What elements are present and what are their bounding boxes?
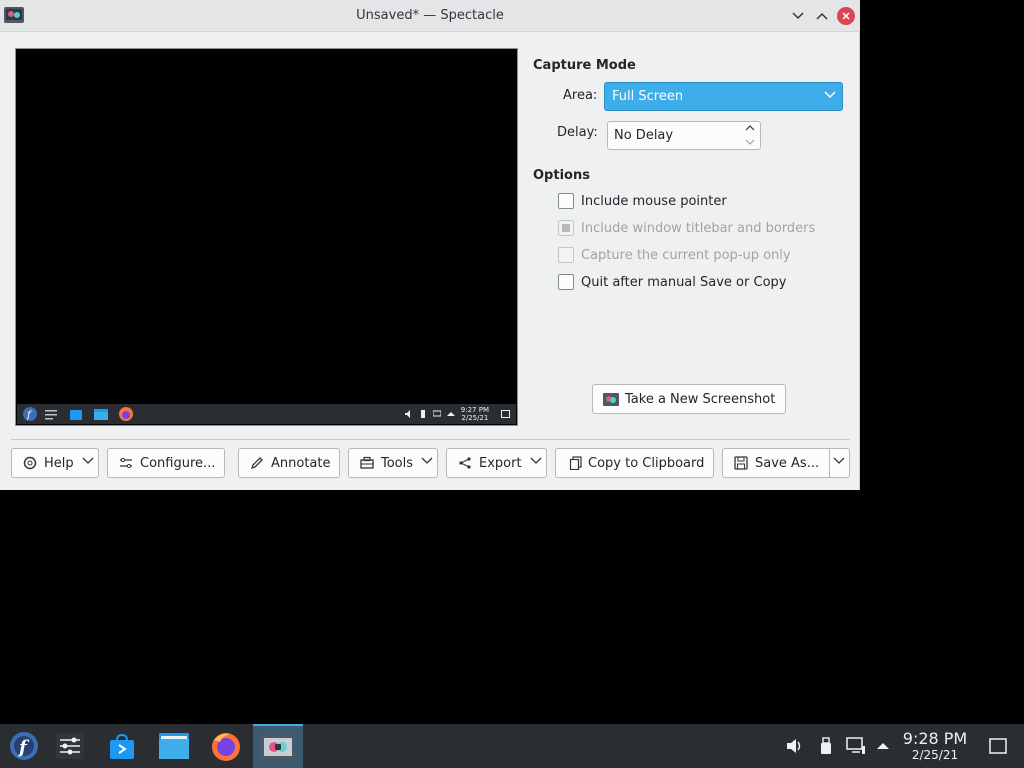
export-button[interactable]: Export (446, 448, 547, 478)
tools-button[interactable]: Tools (348, 448, 438, 478)
chevron-up-icon (816, 12, 828, 20)
spin-arrows-icon[interactable] (742, 123, 758, 148)
discover-store-icon (110, 733, 134, 759)
fedora-launcher-icon: f (10, 732, 38, 760)
share-icon (457, 455, 473, 471)
chevron-down-icon (824, 91, 836, 99)
chevron-down-icon[interactable] (833, 457, 845, 465)
help-button[interactable]: Help (11, 448, 99, 478)
spectacle-icon (262, 735, 294, 759)
discover-store-icon (68, 406, 84, 422)
task-dolphin[interactable] (150, 724, 198, 768)
settings-icon (43, 406, 59, 422)
preview-clock-date: 2/25/21 (461, 414, 489, 422)
spectacle-icon (603, 391, 619, 407)
firefox-icon (118, 406, 134, 422)
expand-tray-icon[interactable] (873, 736, 893, 756)
spectacle-window: Unsaved* — Spectacle f 9:27 PM 2/25/21 C… (0, 0, 860, 490)
dolphin-files-icon (93, 406, 109, 422)
network-icon[interactable] (846, 736, 866, 756)
task-system-settings[interactable] (46, 724, 94, 768)
usb-icon (419, 407, 427, 422)
area-value: Full Screen (612, 89, 684, 104)
dolphin-files-icon (159, 733, 189, 759)
preview-taskbar: f 9:27 PM 2/25/21 (17, 404, 516, 424)
checkbox-box[interactable] (558, 220, 574, 236)
configure-button[interactable]: Configure... (107, 448, 225, 478)
checkbox-box[interactable] (558, 247, 574, 263)
capture-mode-heading: Capture Mode (533, 58, 636, 73)
screenshot-preview[interactable]: f 9:27 PM 2/25/21 (15, 48, 518, 426)
volume-icon[interactable] (785, 736, 805, 756)
firefox-icon (212, 733, 240, 761)
task-spectacle[interactable] (253, 724, 303, 768)
quit-after-save-checkbox[interactable]: Quit after manual Save or Copy (558, 273, 786, 291)
preview-clock: 9:27 PM 2/25/21 (461, 406, 489, 422)
minimize-button[interactable] (788, 6, 808, 26)
save-as-button[interactable]: Save As... (722, 448, 850, 478)
chevron-down-icon (82, 457, 94, 464)
settings-icon (56, 733, 84, 759)
delay-value: No Delay (614, 128, 674, 143)
button-label: Save As... (755, 455, 820, 471)
take-new-screenshot-button[interactable]: Take a New Screenshot (592, 384, 786, 414)
expand-tray-icon (446, 407, 455, 422)
close-icon (842, 12, 850, 20)
network-icon (432, 407, 442, 422)
include-mouse-pointer-checkbox[interactable]: Include mouse pointer (558, 192, 727, 210)
close-button[interactable] (837, 7, 855, 25)
button-label: Configure... (140, 455, 216, 471)
titlebar[interactable]: Unsaved* — Spectacle (0, 0, 860, 32)
chevron-down-icon (792, 12, 804, 20)
pencil-icon (249, 455, 265, 471)
copy-icon (568, 455, 584, 471)
area-label: Area: (563, 88, 598, 103)
button-label: Export (479, 455, 522, 471)
separator (11, 439, 850, 440)
checkbox-label: Include mouse pointer (581, 193, 727, 209)
checkbox-box[interactable] (558, 274, 574, 290)
help-icon (22, 455, 38, 471)
button-label: Take a New Screenshot (625, 391, 776, 407)
checkbox-label: Include window titlebar and borders (581, 220, 816, 236)
clock-time: 9:28 PM (902, 729, 968, 748)
toolbox-icon (359, 455, 375, 471)
chevron-down-icon (530, 457, 542, 464)
fedora-icon: f (22, 406, 38, 422)
chevron-down-icon (421, 457, 433, 464)
capture-popup-only-checkbox[interactable]: Capture the current pop-up only (558, 246, 791, 264)
window-title: Unsaved* — Spectacle (356, 8, 504, 23)
button-label: Tools (381, 455, 414, 471)
copy-to-clipboard-button[interactable]: Copy to Clipboard (555, 448, 714, 478)
save-icon (733, 455, 749, 471)
delay-spinbox[interactable]: No Delay (607, 121, 761, 150)
include-titlebar-checkbox[interactable]: Include window titlebar and borders (558, 219, 815, 237)
digital-clock[interactable]: 9:28 PM 2/25/21 (893, 729, 977, 763)
application-launcher[interactable]: f (0, 724, 48, 768)
annotate-button[interactable]: Annotate (238, 448, 340, 478)
usb-device-icon[interactable] (816, 736, 836, 756)
checkbox-label: Quit after manual Save or Copy (581, 274, 787, 290)
volume-icon (404, 407, 413, 422)
show-desktop-icon (501, 407, 510, 422)
button-label: Help (44, 455, 74, 471)
task-discover[interactable] (98, 724, 146, 768)
taskbar: f 9:28 PM 2/25/21 (0, 724, 1024, 768)
maximize-button[interactable] (812, 6, 832, 26)
button-label: Copy to Clipboard (588, 455, 705, 471)
split-divider (829, 449, 830, 477)
task-firefox[interactable] (202, 724, 250, 768)
configure-icon (118, 455, 134, 471)
preview-clock-time: 9:27 PM (460, 406, 489, 414)
delay-label: Delay: (557, 125, 598, 140)
show-desktop-icon[interactable] (988, 736, 1008, 756)
area-combobox[interactable]: Full Screen (604, 82, 843, 111)
clock-date: 2/25/21 (911, 748, 959, 762)
button-label: Annotate (271, 455, 331, 471)
checkbox-box[interactable] (558, 193, 574, 209)
preview-system-tray: 9:27 PM 2/25/21 (404, 404, 510, 424)
options-heading: Options (533, 168, 590, 183)
checkbox-label: Capture the current pop-up only (581, 247, 791, 263)
